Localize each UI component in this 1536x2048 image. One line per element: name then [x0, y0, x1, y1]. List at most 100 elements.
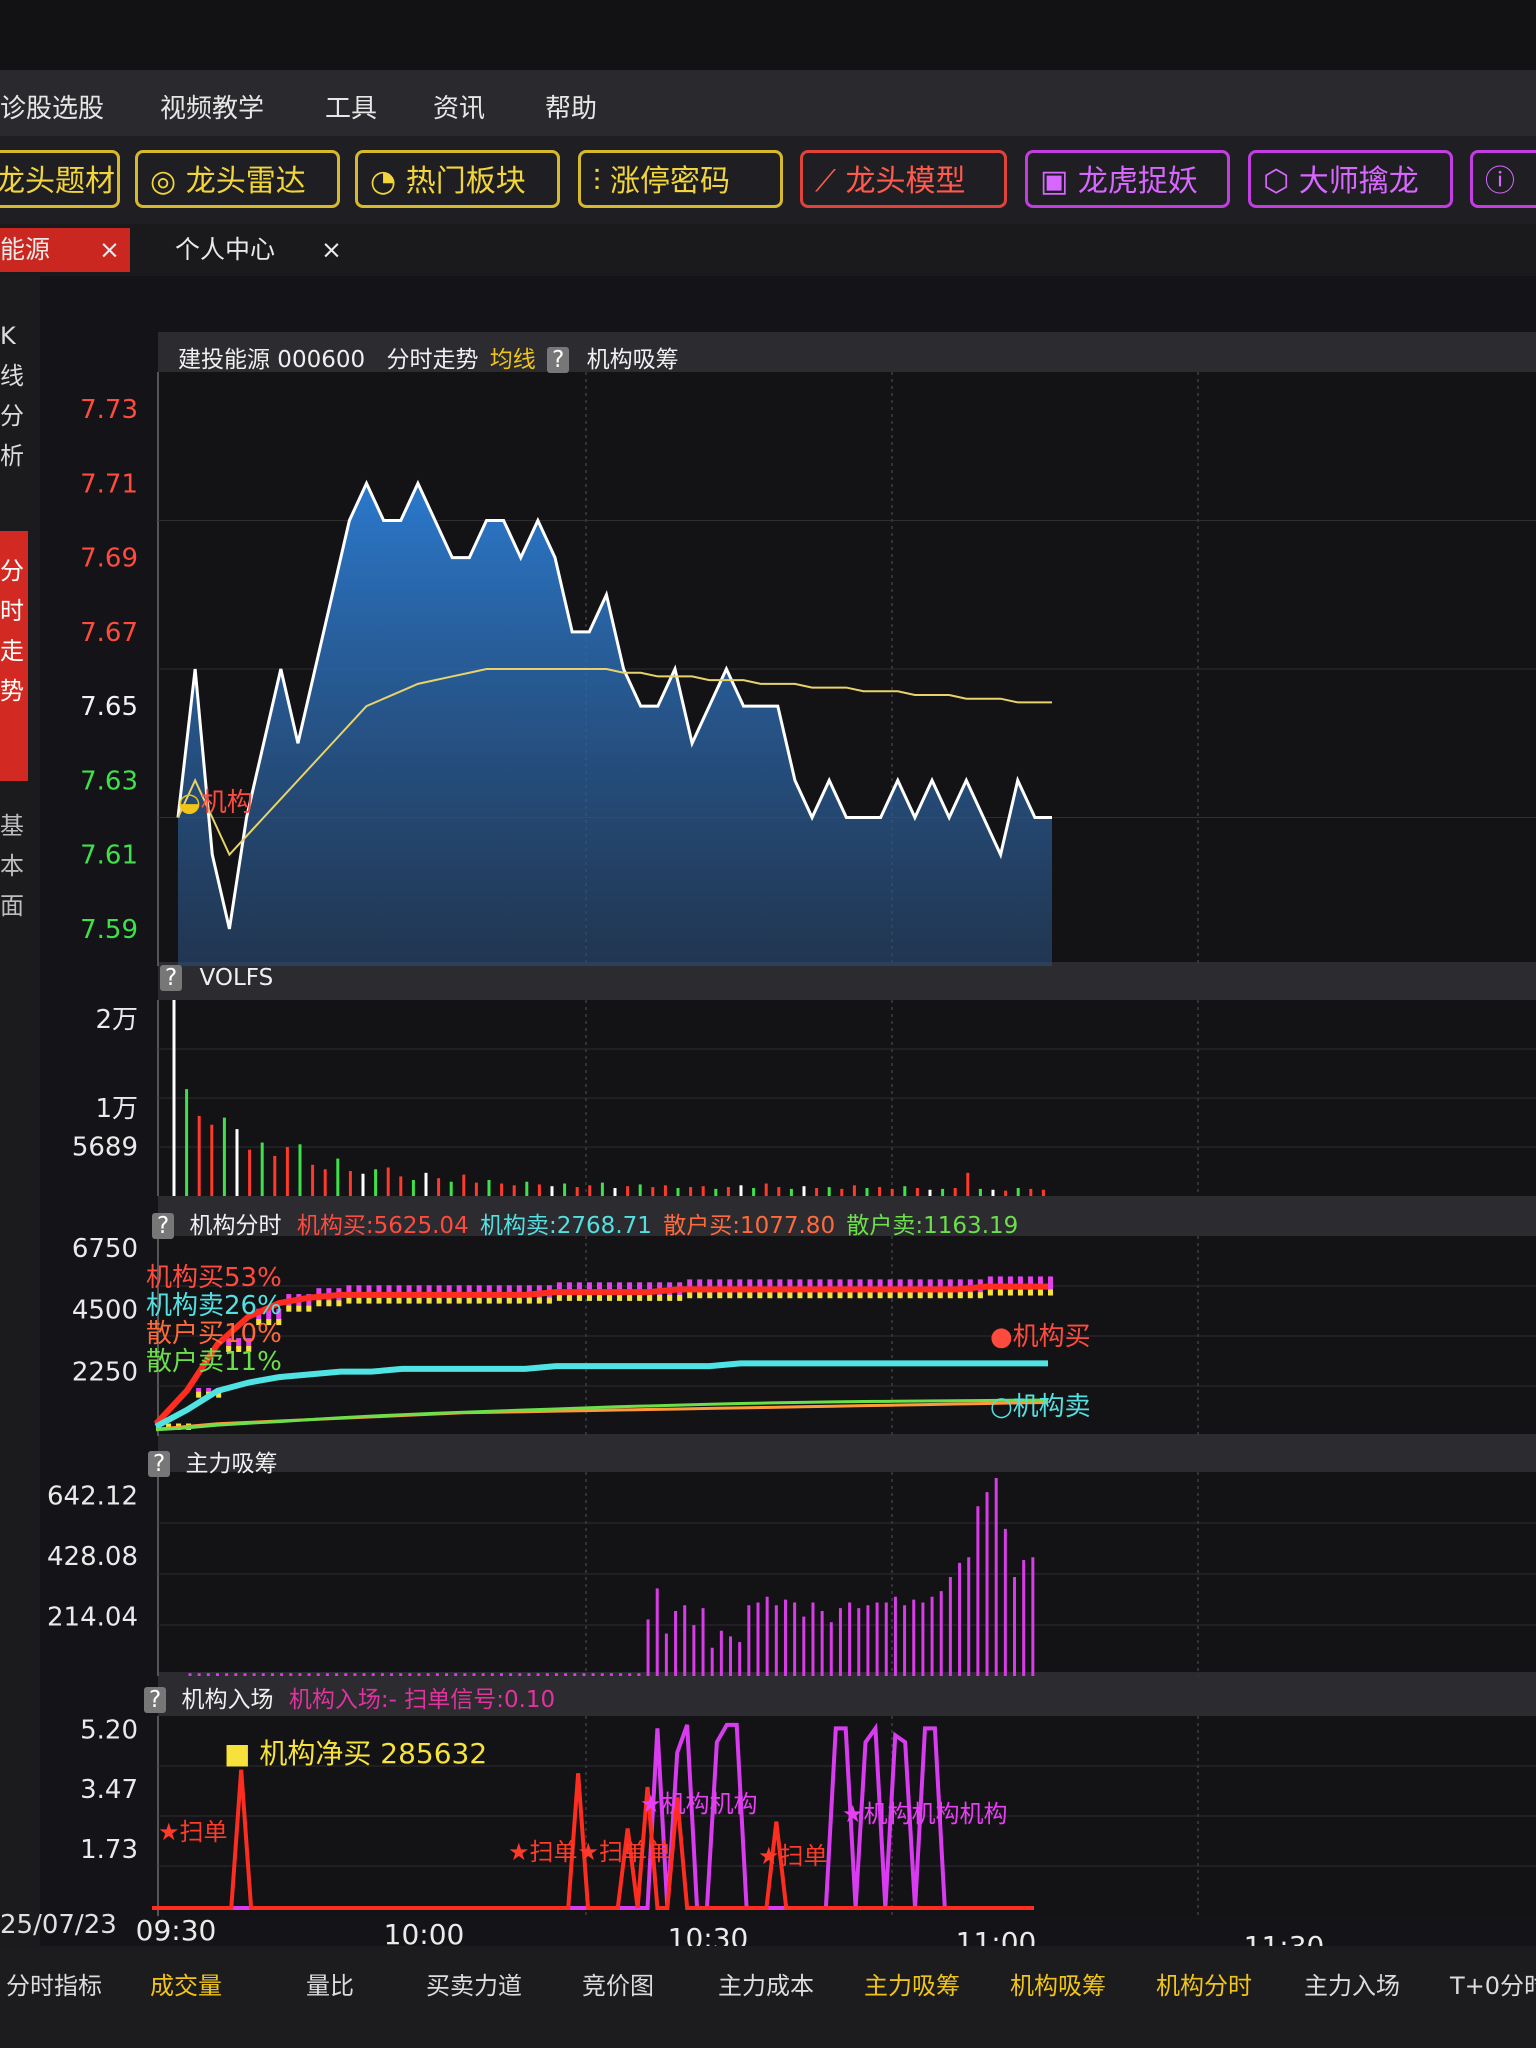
inst-stack-bar	[857, 1292, 863, 1299]
radar-icon: ◎	[150, 164, 177, 199]
inst-stack-bar	[1048, 1289, 1053, 1296]
feature-hot-sector-button[interactable]: ◔ 热门板块	[355, 150, 560, 208]
feature-toolbar: 龙头题材 ◎ 龙头雷达 ◔ 热门板块 ⫶ 涨停密码 ⟋ 龙头模型 ▣ 龙虎捉妖 …	[0, 136, 1536, 236]
inst-stack-bar	[426, 1297, 432, 1304]
date-label: 25/07/23	[0, 1910, 117, 1940]
feature-master-dragon-button[interactable]: ⬡ 大师擒龙	[1248, 150, 1453, 208]
feature-dragon-tiger-button[interactable]: ▣ 龙虎捉妖	[1025, 150, 1230, 208]
sweep-annotation: ★扫单	[158, 1818, 228, 1846]
inst-stack-bar	[817, 1292, 823, 1299]
help-icon[interactable]: ?	[160, 965, 183, 991]
menu-item-video-tutorial[interactable]: 视频教学	[160, 88, 264, 125]
bottom-tab-7[interactable]: 机构吸筹	[1010, 1966, 1106, 2001]
vol-y-label: 1万	[95, 1094, 138, 1124]
inst-stack-bar	[476, 1297, 482, 1304]
time-tick-label: 09:30	[136, 1914, 217, 1947]
inst-stack-bar	[406, 1297, 412, 1304]
inst-stack-bar	[296, 1305, 302, 1312]
inst-stack-bar	[446, 1297, 452, 1304]
price-y-label: 7.67	[80, 618, 138, 648]
bottom-tab-6[interactable]: 主力吸筹	[864, 1966, 960, 2001]
inst-stack-bar	[596, 1294, 602, 1301]
entry-y-label: 3.47	[80, 1775, 138, 1805]
document-tabs: 能源 × 个人中心 ×	[0, 224, 1536, 276]
info-circle-icon: ⓘ	[1485, 164, 1515, 199]
tab-stock[interactable]: 能源 ×	[0, 228, 130, 272]
inst-stack-bar	[757, 1292, 763, 1299]
inst-y-label: 6750	[72, 1234, 138, 1264]
inst-stack-bar	[887, 1292, 893, 1299]
legend-retail-buy: 散户买10%	[146, 1319, 282, 1349]
bottom-tab-3[interactable]: 买卖力道	[426, 1966, 522, 2001]
feature-label: 大师擒龙	[1298, 164, 1419, 199]
inst-stack-bar	[827, 1292, 833, 1299]
tag-inst-sell: ○机构卖	[990, 1392, 1091, 1422]
bottom-tab-0[interactable]: 分时指标	[6, 1966, 102, 2001]
inst-stack-bar	[486, 1297, 492, 1304]
help-icon[interactable]: ?	[148, 1451, 171, 1477]
feature-label: 热门板块	[405, 164, 526, 199]
inst-stack-bar	[607, 1294, 613, 1301]
bottom-tab-1[interactable]: 成交量	[150, 1966, 222, 2001]
inst-stack-bar	[466, 1297, 472, 1304]
inst-stack-bar	[627, 1294, 633, 1301]
inst-stack-bar	[436, 1297, 442, 1304]
net-buy-label: ■ 机构净买 285632	[224, 1737, 488, 1770]
help-icon[interactable]: ?	[152, 1213, 175, 1239]
bottom-tab-5[interactable]: 主力成本	[718, 1966, 814, 2001]
feature-more-button[interactable]: ⓘ	[1470, 150, 1536, 208]
feature-dragon-radar-button[interactable]: ◎ 龙头雷达	[135, 150, 340, 208]
stat-retail-sell: 散户卖:1163.19	[846, 1213, 1019, 1239]
price-y-label: 7.71	[80, 469, 138, 499]
inst-stack-bar	[396, 1297, 402, 1304]
entry-title: 机构入场	[181, 1687, 274, 1713]
inst-stack-bar	[797, 1292, 803, 1299]
inst-stack-bar	[366, 1297, 372, 1304]
close-icon[interactable]: ×	[99, 228, 120, 272]
sliders-icon: ⫶	[593, 164, 601, 199]
close-icon[interactable]: ×	[321, 228, 342, 272]
inst-stack-bar	[837, 1292, 843, 1299]
inst-stack-bar	[867, 1292, 873, 1299]
bottom-tab-9[interactable]: 主力入场	[1304, 1966, 1400, 2001]
marker-label: 机构	[200, 788, 253, 818]
inst-stack-bar	[566, 1294, 572, 1301]
inst-stack-bar	[456, 1297, 462, 1304]
inst-stack-bar	[717, 1292, 723, 1299]
price-y-label: 7.69	[80, 544, 138, 574]
feature-dragon-model-button[interactable]: ⟋ 龙头模型	[800, 150, 1007, 208]
price-y-label: 7.73	[80, 395, 138, 425]
feature-limit-up-code-button[interactable]: ⫶ 涨停密码	[578, 150, 783, 208]
bottom-tab-4[interactable]: 竞价图	[582, 1966, 654, 2001]
inst-stack-bar	[697, 1292, 703, 1299]
inst-stack-bar	[617, 1294, 623, 1301]
institution-annotation: ★机构机构	[640, 1790, 758, 1818]
feature-dragon-theme-button[interactable]: 龙头题材	[0, 150, 120, 208]
bottom-tab-8[interactable]: 机构分时	[1156, 1966, 1252, 2001]
tab-personal-center[interactable]: 个人中心 ×	[160, 228, 350, 272]
chart-area: 7.73 7.71 7.69 7.67 7.65 7.63 7.61 7.59 2万 1万 5689…	[0, 276, 1536, 1966]
inst-stack-bar	[747, 1292, 753, 1299]
feature-label: 龙虎捉妖	[1077, 164, 1198, 199]
menu-item-tools[interactable]: 工具	[325, 88, 377, 125]
bottom-tab-10[interactable]: T+0分时	[1450, 1966, 1536, 2001]
help-icon[interactable]: ?	[547, 347, 570, 373]
vol-y-label: 5689	[72, 1132, 138, 1162]
inst-stack-bar	[897, 1292, 903, 1299]
inst-stack-bar	[526, 1297, 532, 1304]
inst-stack-bar	[877, 1292, 883, 1299]
menu-item-stock-diagnosis[interactable]: 诊股选股	[0, 88, 104, 125]
inst-stack-bar	[416, 1297, 422, 1304]
indicator-label: 机构吸筹	[586, 347, 679, 373]
stat-inst-sell: 机构卖:2768.71	[480, 1213, 652, 1239]
inst-panel-header: ? 机构分时 机构买:5625.04 机构卖:2768.71 散户买:1077.…	[152, 1206, 1018, 1240]
bottom-tab-2[interactable]: 量比	[306, 1966, 354, 2001]
price-y-label: 7.65	[80, 692, 138, 722]
menu-item-news[interactable]: 资讯	[433, 88, 485, 125]
inst-stack-bar	[196, 1391, 202, 1398]
inst-stack-bar	[847, 1292, 853, 1299]
inst-stack-bar	[546, 1297, 552, 1304]
help-icon[interactable]: ?	[144, 1687, 167, 1713]
menu-item-help[interactable]: 帮助	[545, 88, 597, 125]
inst-stack-bar	[927, 1292, 933, 1299]
